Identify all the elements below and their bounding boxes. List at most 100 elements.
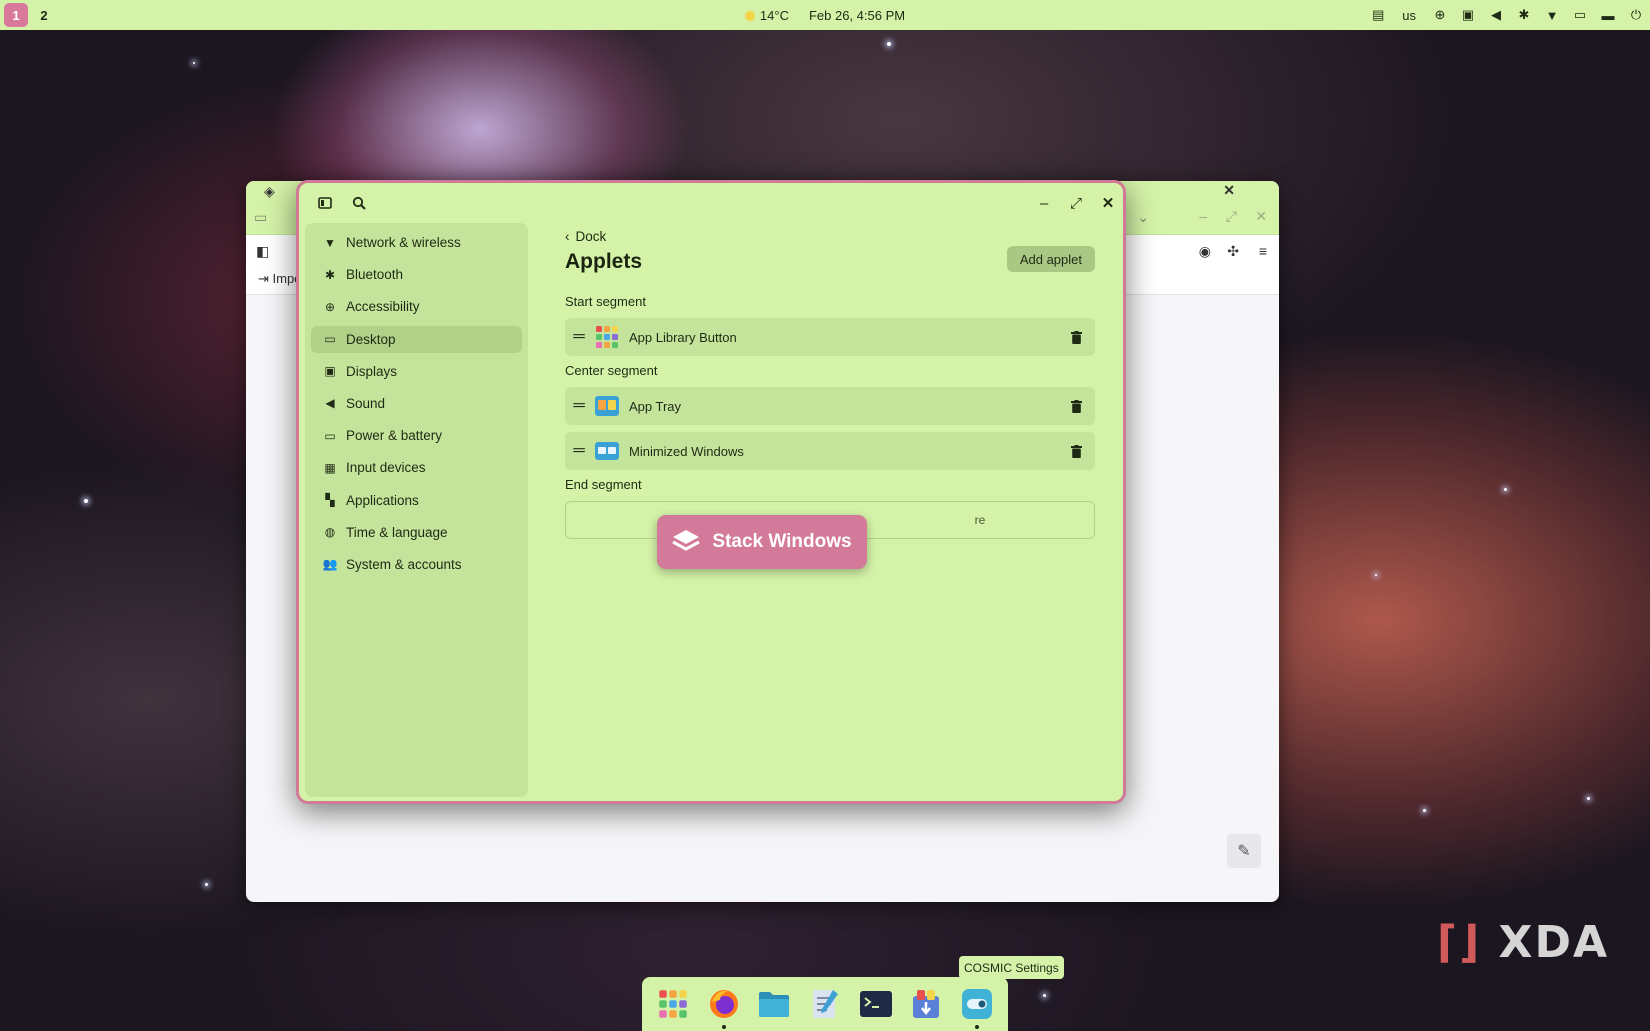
sidebar-item-accessibility[interactable]: ⊕ Accessibility [311, 293, 522, 320]
close-icon[interactable]: ✕ [1255, 208, 1267, 225]
sidebar-item-sound[interactable]: ◀ Sound [311, 390, 522, 417]
display-icon[interactable]: ▣ [1460, 7, 1476, 23]
menu-icon[interactable]: ≡ [1259, 243, 1267, 259]
sidebar-item-displays[interactable]: ▣ Displays [311, 358, 522, 385]
chevron-left-icon: ‹ [565, 228, 570, 244]
search-icon[interactable] [347, 191, 371, 215]
accessibility-icon: ⊕ [324, 299, 336, 314]
files-icon [759, 992, 790, 1017]
close-icon[interactable]: ✕ [1096, 191, 1120, 215]
sidebar-toggle-icon[interactable] [313, 191, 337, 215]
accessibility-icon[interactable]: ⊕ [1432, 7, 1448, 23]
drag-handle-icon[interactable]: ═ [573, 397, 585, 415]
extensions-icon[interactable]: ✣ [1227, 243, 1239, 260]
center-segment-label: Center segment [565, 363, 658, 378]
sidebar-item-label: Sound [346, 395, 386, 411]
store-icon [913, 990, 940, 1018]
sidebar-item-bluetooth[interactable]: ✱ Bluetooth [311, 261, 522, 288]
add-applet-button[interactable]: Add applet [1006, 246, 1095, 272]
dock-item-files[interactable] [756, 986, 792, 1022]
maximize-icon[interactable]: ⤢ [1064, 191, 1088, 215]
dock-item-app-library[interactable] [655, 986, 691, 1022]
minimize-icon[interactable]: – [1032, 191, 1056, 215]
dock-item-settings[interactable] [959, 986, 995, 1029]
sound-icon: ◀ [325, 396, 335, 411]
battery-icon[interactable]: ▭ [1572, 7, 1588, 23]
keyboard-layout[interactable]: us [1402, 8, 1416, 23]
back-link[interactable]: ‹ Dock [565, 226, 1095, 246]
start-segment-label: Start segment [565, 294, 646, 309]
applet-row[interactable]: ═ App Tray [565, 387, 1095, 425]
workspace-2-button[interactable]: 2 [32, 3, 56, 27]
apps-grid-icon: ▚ [325, 493, 335, 507]
app-library-icon [596, 326, 618, 348]
settings-header: – ⤢ ✕ [299, 183, 1123, 223]
notifications-icon[interactable]: ▬ [1600, 7, 1616, 23]
drag-handle-icon[interactable]: ═ [573, 442, 585, 460]
sidebar-item-label: Displays [346, 363, 398, 379]
end-segment-label: End segment [565, 477, 642, 492]
clock[interactable]: Feb 26, 4:56 PM [809, 8, 905, 23]
volume-icon[interactable]: ◀ [1488, 7, 1504, 23]
weather-temp: 14°C [759, 7, 789, 23]
dock-item-firefox[interactable] [706, 986, 742, 1029]
account-icon[interactable]: ◉ [1199, 243, 1211, 260]
close-icon[interactable]: ✕ [1223, 182, 1235, 199]
chevron-down-icon[interactable]: ⌄ [1137, 209, 1149, 226]
minimize-icon[interactable]: – [1199, 208, 1207, 224]
drag-handle-icon[interactable]: ═ [573, 328, 585, 346]
tab-overview-icon[interactable]: ▭ [254, 209, 267, 226]
terminal-icon [859, 991, 892, 1017]
import-link[interactable]: ⇥ Impo [258, 271, 301, 287]
sidebar-toggle-icon[interactable]: ◧ [256, 243, 269, 260]
sidebar-item-power[interactable]: ▭ Power & battery [311, 422, 522, 449]
app-library-icon [659, 990, 688, 1018]
sidebar-item-network[interactable]: ▼ Network & wireless [311, 229, 522, 256]
bluetooth-icon: ✱ [324, 267, 336, 282]
stack-windows-indicator: Stack Windows [657, 515, 867, 569]
weather-indicator[interactable]: 14°C [744, 7, 789, 23]
notes-icon[interactable]: ▤ [1370, 7, 1386, 23]
stack-icon: ◈ [264, 183, 275, 199]
firefox-icon [709, 990, 738, 1018]
cosmic-settings-window[interactable]: – ⤢ ✕ ▼ Network & wireless ✱ Bluetooth ⊕ Ac… [296, 180, 1126, 804]
trash-icon[interactable] [1069, 398, 1083, 414]
sidebar-item-label: Desktop [346, 331, 396, 347]
workspace-1-button[interactable]: 1 [4, 3, 28, 27]
applet-name: App Tray [629, 398, 682, 414]
wifi-icon[interactable]: ▼ [1544, 7, 1560, 23]
wifi-icon: ▼ [324, 235, 336, 250]
keyboard-icon: ▦ [324, 460, 336, 475]
edit-button[interactable]: ✎ [1227, 834, 1261, 868]
sidebar-item-input[interactable]: ▦ Input devices [311, 454, 522, 481]
bluetooth-icon[interactable]: ✱ [1516, 7, 1532, 23]
maximize-icon[interactable]: ⤢ [1226, 208, 1237, 225]
trash-icon[interactable] [1069, 329, 1083, 345]
applet-row[interactable]: ═ Minimized Windows [565, 432, 1095, 470]
trash-icon[interactable] [1069, 443, 1083, 459]
sidebar-item-label: Time & language [346, 524, 448, 540]
users-icon: 👥 [322, 557, 338, 572]
applet-row[interactable]: ═ App Library Button [565, 318, 1095, 356]
sidebar-item-label: Bluetooth [346, 267, 404, 283]
dock [642, 977, 1008, 1031]
sidebar-item-desktop[interactable]: ▭ Desktop [311, 325, 522, 353]
desktop-icon: ▭ [324, 332, 336, 347]
xda-logo-icon: ⌈⌋ [1437, 917, 1482, 968]
app-tray-icon [595, 396, 619, 416]
sidebar-item-applications[interactable]: ▚ Applications [311, 487, 522, 514]
xda-watermark: ⌈⌋ XDA [1437, 917, 1609, 968]
sidebar-item-time[interactable]: ◍ Time & language [311, 519, 522, 546]
applets-page: ‹ Dock Applets Add applet Start segment ═… [565, 223, 1095, 539]
back-label: Dock [575, 228, 607, 244]
sidebar-item-system[interactable]: 👥 System & accounts [311, 551, 522, 578]
dock-item-store[interactable] [908, 986, 944, 1022]
dock-item-terminal[interactable] [858, 986, 894, 1022]
sidebar-item-label: System & accounts [346, 556, 462, 572]
drop-zone-text: re [974, 513, 986, 527]
dock-item-text-editor[interactable] [807, 986, 843, 1022]
text-editor-icon [812, 990, 838, 1018]
settings-sidebar: ▼ Network & wireless ✱ Bluetooth ⊕ Accessib… [305, 223, 528, 797]
power-icon[interactable]: ⏻ [1628, 7, 1644, 23]
applet-name: Minimized Windows [629, 443, 744, 459]
